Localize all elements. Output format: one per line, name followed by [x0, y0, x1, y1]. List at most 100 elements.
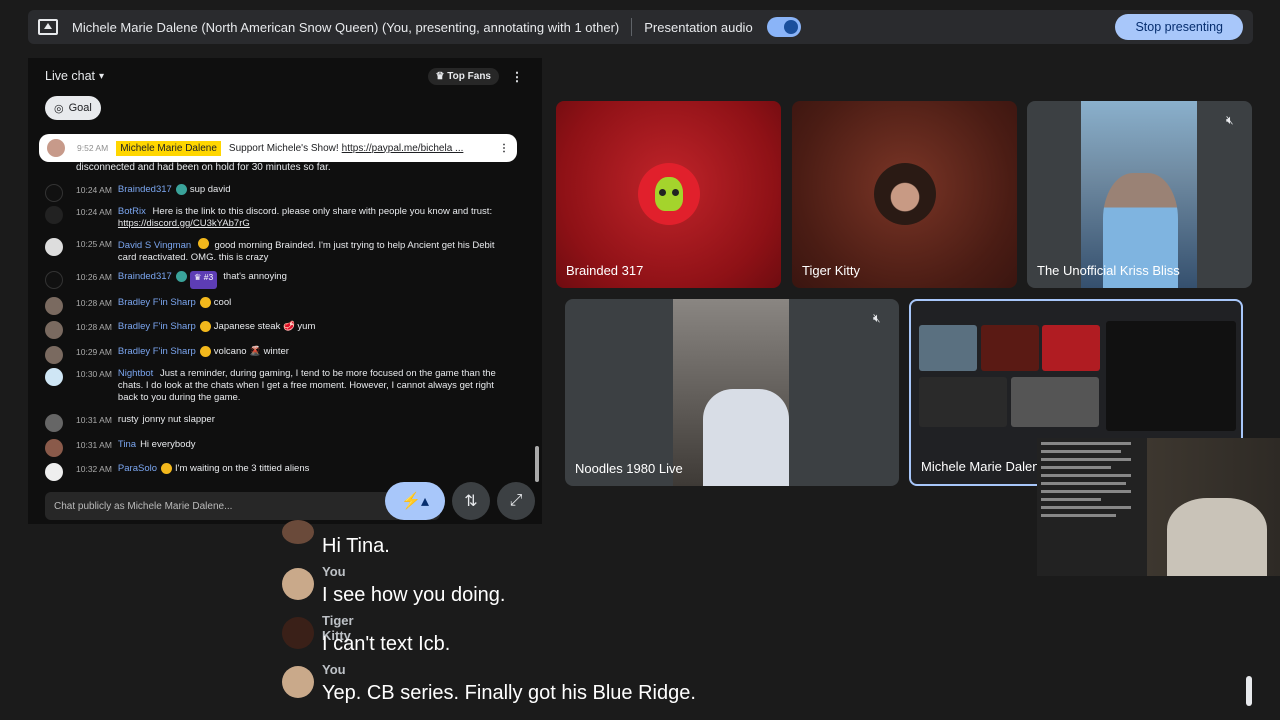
- divider: [631, 18, 633, 36]
- message-text: cool: [213, 297, 232, 308]
- screen-share-thumbnail: [1011, 377, 1099, 427]
- overlay-chat-panel: [1037, 438, 1147, 576]
- avatar: [45, 297, 63, 315]
- avatar: [282, 666, 314, 698]
- video-feed: [673, 299, 789, 486]
- expand-icon[interactable]: ⤢: [497, 482, 535, 520]
- message-author[interactable]: ParaSolo: [118, 463, 157, 481]
- stop-presenting-button[interactable]: Stop presenting: [1115, 14, 1243, 40]
- chat-input[interactable]: Chat publicly as Michele Marie Dalene...: [45, 492, 440, 520]
- list-item: 10:29 AM Bradley F'in Sharp volcano 🌋 wi…: [45, 346, 515, 364]
- presentation-title: Michele Marie Dalene (North American Sno…: [72, 19, 620, 35]
- skull-avatar-icon: [638, 163, 700, 225]
- message-time: 10:24 AM: [76, 207, 112, 217]
- message-author[interactable]: Brainded317: [118, 271, 172, 289]
- message-author[interactable]: Bradley F'in Sharp: [118, 321, 196, 339]
- list-item: 10:28 AM Bradley F'in Sharp cool: [45, 297, 515, 315]
- screen-share-thumbnail: [919, 325, 977, 371]
- caption-speaker: You: [322, 662, 346, 677]
- participant-name: Tiger Kitty: [802, 263, 861, 278]
- swap-vert-icon[interactable]: ⇅: [452, 482, 490, 520]
- list-item: 10:26 AM Brainded317 ♛ #3 that's annoyin…: [45, 271, 515, 289]
- message-time: 10:31 AM: [76, 415, 112, 425]
- list-item: 10:24 AM BotRix Here is the link to this…: [45, 206, 515, 230]
- message-text: Support Michele's Show!: [228, 142, 339, 154]
- message-text: volcano 🌋 winter: [213, 346, 289, 357]
- avatar: [45, 346, 63, 364]
- participant-name: Michele Marie Dalene: [921, 459, 1047, 474]
- goal-icon: ◎: [54, 102, 64, 115]
- rank-label: #3: [203, 272, 214, 282]
- list-item: 10:32 AM ParaSolo I'm waiting on the 3 t…: [45, 463, 515, 481]
- message-author[interactable]: BotRix: [118, 206, 146, 217]
- top-fans-button[interactable]: ♛ Top Fans: [427, 67, 499, 85]
- member-badge-icon: [175, 184, 187, 195]
- message-author[interactable]: Bradley F'in Sharp: [118, 346, 196, 364]
- game-stream-overlay: [1037, 438, 1280, 576]
- participant-tile[interactable]: 🔇︎ The Unofficial Kriss Bliss: [1027, 101, 1252, 288]
- member-badge-icon: [175, 271, 187, 282]
- message-text: Here is the link to this discord. please…: [152, 206, 493, 217]
- caption-text: Hi Tina.: [322, 535, 390, 557]
- avatar: [45, 368, 63, 386]
- captions-scrollbar[interactable]: [1246, 676, 1252, 706]
- chat-mode-selector[interactable]: Live chat: [45, 69, 95, 83]
- message-time: 10:28 AM: [76, 322, 112, 332]
- message-text: that's annoying: [223, 271, 287, 282]
- avatar: [45, 238, 63, 256]
- avatar: [45, 206, 63, 224]
- message-author[interactable]: Brainded317: [118, 184, 172, 202]
- message-text: I'm waiting on the 3 tittied aliens: [175, 463, 310, 474]
- presentation-bar: Michele Marie Dalene (North American Sno…: [28, 10, 1253, 44]
- message-link[interactable]: https://discord.gg/CU3kYAb7rG: [118, 218, 250, 229]
- message-text: jonny nut slapper: [142, 414, 215, 425]
- message-text: disconnected and had been on hold for 30…: [76, 162, 331, 173]
- avatar: [47, 139, 65, 157]
- badge-icon: [199, 321, 211, 332]
- list-item: 10:31 AM Tina Hi everybody: [45, 439, 515, 457]
- participant-tile[interactable]: Tiger Kitty: [792, 101, 1017, 288]
- caption-speaker: You: [322, 564, 346, 579]
- pinned-message[interactable]: 9:52 AM Michele Marie Dalene Support Mic…: [39, 134, 517, 162]
- message-link[interactable]: https://paypal.me/bichela ...: [342, 143, 464, 154]
- badge-icon: [161, 463, 173, 474]
- message-author[interactable]: Bradley F'in Sharp: [118, 297, 196, 315]
- caption-text: Yep. CB series. Finally got his Blue Rid…: [322, 682, 696, 704]
- participant-tile[interactable]: Brainded 317: [556, 101, 781, 288]
- badge-icon: [199, 297, 211, 308]
- message-time: 9:52 AM: [77, 143, 109, 153]
- avatar: [282, 520, 314, 544]
- chat-scrollbar[interactable]: [535, 446, 539, 482]
- message-time: 10:30 AM: [76, 369, 112, 379]
- caption-text: I see how you doing.: [322, 584, 506, 606]
- mic-off-icon: 🔇︎: [873, 311, 881, 325]
- message-author[interactable]: Tina: [118, 439, 136, 457]
- list-item: 10:31 AM rusty jonny nut slapper: [45, 414, 515, 432]
- present-icon: [38, 19, 58, 35]
- presentation-audio-toggle[interactable]: [766, 17, 801, 37]
- goal-label: Goal: [68, 102, 92, 114]
- participant-tile[interactable]: 🔇︎ Noodles 1980 Live: [565, 299, 899, 486]
- list-item: 10:25 AM David S Vingman good morning Br…: [45, 238, 515, 264]
- more-vert-icon[interactable]: ⋮: [509, 69, 525, 84]
- message-author[interactable]: David S Vingman: [118, 240, 191, 251]
- message-time: 10:25 AM: [76, 239, 112, 249]
- message-author[interactable]: Nightbot: [118, 368, 153, 379]
- list-item: 10:28 AM Bradley F'in Sharp Japanese ste…: [45, 321, 515, 339]
- chevron-down-icon[interactable]: ▾: [99, 71, 104, 82]
- top-fans-label: Top Fans: [447, 70, 491, 82]
- screen-share-thumbnail: [1106, 321, 1236, 431]
- live-chat-panel: Live chat ▾ ♛ Top Fans ⋮ ◎ Goal 9:52 AM M…: [28, 58, 542, 524]
- avatar: [45, 271, 63, 289]
- avatar: [45, 414, 63, 432]
- sparkle-icon[interactable]: ⚡▴: [385, 482, 445, 520]
- more-vert-icon[interactable]: ⋮: [499, 143, 509, 154]
- message-text: Japanese steak 🥩 yum: [213, 321, 316, 332]
- message-author[interactable]: rusty: [118, 414, 139, 432]
- avatar: [45, 321, 63, 339]
- avatar: [45, 184, 63, 202]
- goal-chip[interactable]: ◎ Goal: [45, 96, 101, 120]
- mic-off-icon: 🔇︎: [1226, 113, 1234, 127]
- screen-share-thumbnail: [1042, 325, 1100, 371]
- message-time: 10:29 AM: [76, 347, 112, 357]
